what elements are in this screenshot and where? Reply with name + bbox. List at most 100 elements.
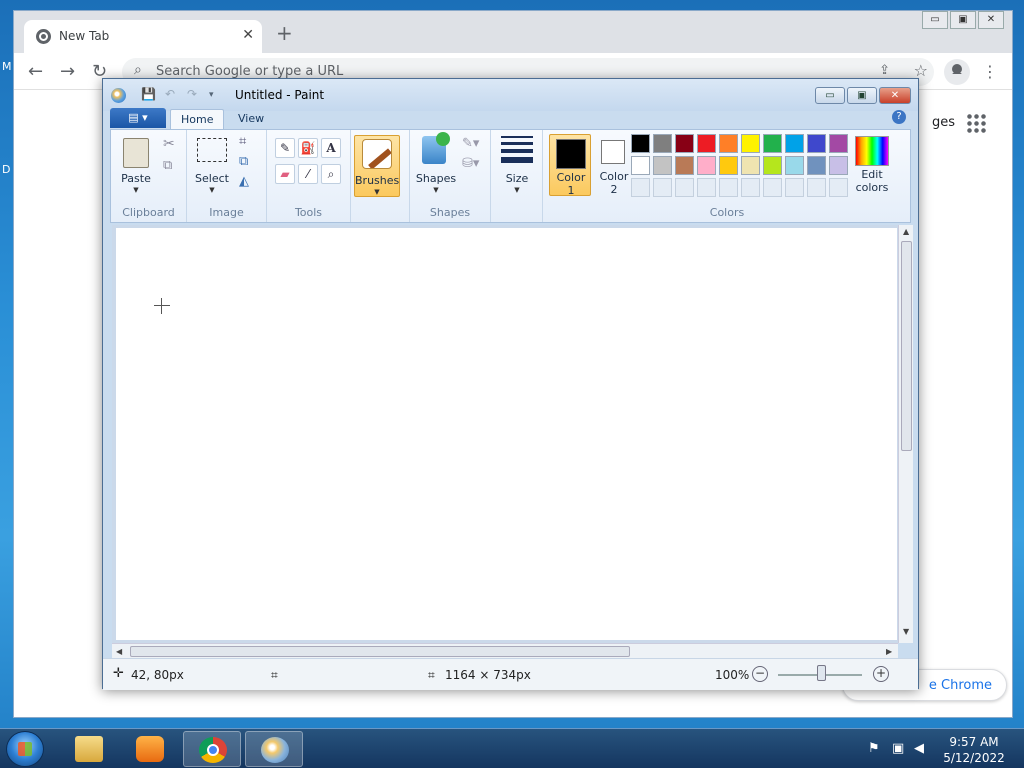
palette-color-swatch[interactable] [785,134,804,153]
vertical-scroll-thumb[interactable] [901,241,912,451]
palette-color-swatch[interactable] [719,156,738,175]
vertical-scrollbar[interactable]: ▲ ▼ [898,225,913,643]
color-picker-icon[interactable]: ⁄ [298,164,318,184]
scroll-up-icon[interactable]: ▲ [903,227,909,236]
shapes-button[interactable]: Shapes ▼ [414,132,458,196]
paint-app-icon[interactable] [111,88,126,103]
back-button[interactable]: ← [28,61,43,82]
palette-custom-slot[interactable] [697,178,716,197]
palette-color-swatch[interactable] [719,134,738,153]
help-icon[interactable]: ? [892,110,906,124]
tab-close-icon[interactable]: ✕ [242,27,254,43]
palette-custom-slot[interactable] [631,178,650,197]
profile-avatar-icon[interactable] [944,59,970,85]
system-clock[interactable]: 9:57 AM 5/12/2022 [935,734,1013,766]
palette-custom-slot[interactable] [763,178,782,197]
palette-color-swatch[interactable] [763,156,782,175]
images-link[interactable]: ges [932,115,955,130]
horizontal-scroll-thumb[interactable] [130,646,630,657]
network-icon[interactable]: ▣ [892,741,907,756]
desktop-icon-label: M [2,60,12,73]
chrome-menu-icon[interactable]: ⋮ [982,62,998,81]
magnifier-icon[interactable]: ⌕ [321,164,341,184]
paint-minimize-button[interactable]: ▭ [815,87,845,104]
paint-close-button[interactable]: ✕ [879,87,911,104]
taskbar-media-player[interactable] [121,731,179,767]
scroll-right-icon[interactable]: ▶ [886,647,892,656]
size-button[interactable]: Size ▼ [497,134,537,196]
scroll-down-icon[interactable]: ▼ [903,627,909,636]
palette-color-swatch[interactable] [741,134,760,153]
tab-view[interactable]: View [228,109,274,130]
palette-color-swatch[interactable] [785,156,804,175]
paint-maximize-button[interactable]: ▣ [847,87,877,104]
palette-color-swatch[interactable] [631,156,650,175]
scroll-left-icon[interactable]: ◀ [116,647,122,656]
file-menu-button[interactable]: ▤ ▾ [110,108,166,128]
palette-color-swatch[interactable] [631,134,650,153]
copy-icon[interactable]: ⧉ [163,158,172,173]
pencil-icon[interactable]: ✎ [275,138,295,158]
rotate-icon[interactable]: ◭ [239,174,249,189]
fill-bucket-icon[interactable]: ⛽ [298,138,318,158]
palette-color-swatch[interactable] [829,156,848,175]
edit-colors-label-2[interactable]: colors [847,181,897,194]
palette-color-swatch[interactable] [653,156,672,175]
eraser-icon[interactable]: ▰ [275,164,295,184]
chrome-tab[interactable]: New Tab ✕ [24,20,262,53]
palette-color-swatch[interactable] [675,134,694,153]
taskbar-explorer[interactable] [60,731,118,767]
palette-custom-slot[interactable] [785,178,804,197]
chrome-maximize-button[interactable]: ▣ [950,11,976,29]
chrome-minimize-button[interactable]: ▭ [922,11,948,29]
horizontal-scrollbar[interactable]: ◀ ▶ [112,643,898,658]
text-tool-icon[interactable]: A [321,138,341,158]
palette-custom-slot[interactable] [741,178,760,197]
taskbar-chrome[interactable] [183,731,241,767]
brushes-button[interactable]: Brushes ▼ [354,135,400,197]
tab-home[interactable]: Home [170,109,225,130]
zoom-out-button[interactable]: − [752,666,768,682]
palette-custom-slot[interactable] [719,178,738,197]
resize-icon[interactable]: ⧉ [239,154,248,169]
crop-icon[interactable]: ⌗ [239,134,246,149]
edit-colors-label[interactable]: Edit [847,168,897,181]
drawing-canvas[interactable] [116,228,897,640]
palette-custom-slot[interactable] [829,178,848,197]
palette-color-swatch[interactable] [697,134,716,153]
taskbar-paint[interactable] [245,731,303,767]
customize-quick-access-icon[interactable]: ▾ [209,90,214,100]
palette-color-swatch[interactable] [829,134,848,153]
edit-colors-rainbow-icon[interactable] [855,136,889,166]
color1-button[interactable]: Color 1 [549,134,591,197]
save-icon[interactable]: 💾 [141,87,156,101]
fill-icon[interactable]: ⛁▾ [462,156,479,171]
select-button[interactable]: Select ▼ [193,134,231,196]
palette-custom-slot[interactable] [675,178,694,197]
new-tab-button[interactable]: + [276,23,293,43]
zoom-slider-knob[interactable] [817,665,826,681]
apps-grid-icon[interactable] [966,113,986,133]
cut-icon[interactable]: ✂ [163,136,175,152]
palette-color-swatch[interactable] [653,134,672,153]
paste-button[interactable]: Paste ▼ [117,134,155,196]
redo-icon[interactable]: ↷ [187,87,197,101]
palette-color-swatch[interactable] [675,156,694,175]
share-icon[interactable]: ⇪ [879,63,890,78]
undo-icon[interactable]: ↶ [165,87,175,101]
action-center-flag-icon[interactable]: ⚑ [868,741,883,756]
volume-icon[interactable]: ◀ [914,741,929,756]
forward-button[interactable]: → [60,61,75,82]
color2-button[interactable]: Color 2 [593,134,635,196]
zoom-in-button[interactable]: + [873,666,889,682]
palette-color-swatch[interactable] [807,156,826,175]
palette-custom-slot[interactable] [653,178,672,197]
chrome-close-button[interactable]: ✕ [978,11,1004,29]
palette-color-swatch[interactable] [807,134,826,153]
palette-color-swatch[interactable] [763,134,782,153]
outline-icon[interactable]: ✎▾ [462,136,479,151]
palette-color-swatch[interactable] [697,156,716,175]
start-button[interactable] [6,731,44,767]
palette-color-swatch[interactable] [741,156,760,175]
palette-custom-slot[interactable] [807,178,826,197]
